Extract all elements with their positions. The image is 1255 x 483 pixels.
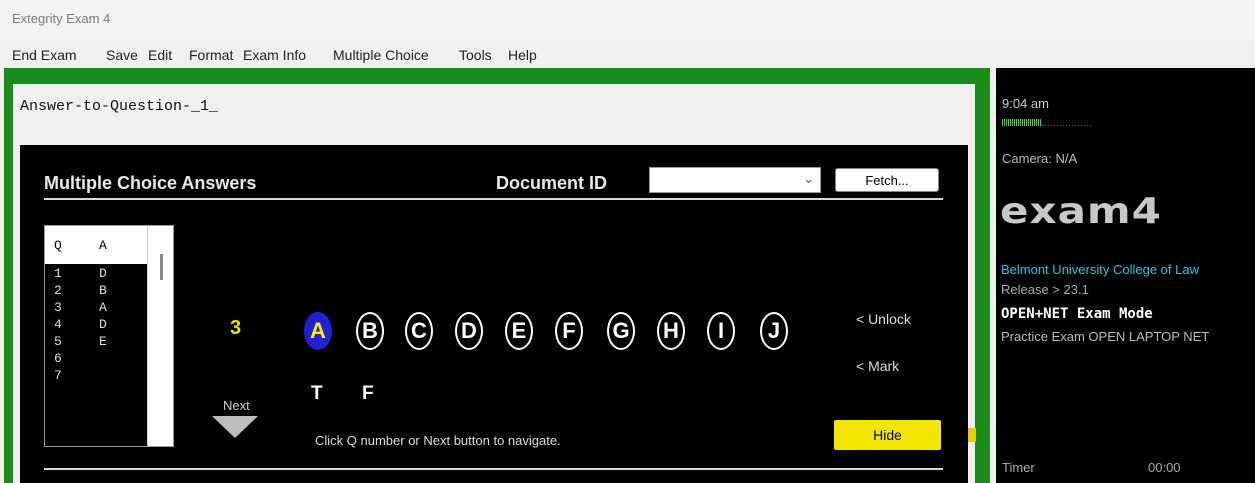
choice-j-button[interactable]: J: [760, 312, 788, 350]
choice-a-button[interactable]: A: [304, 312, 332, 350]
row-q: 6: [54, 351, 62, 366]
menu-format[interactable]: Format: [189, 47, 233, 63]
resize-handle[interactable]: [968, 428, 976, 442]
choice-e-button[interactable]: E: [505, 312, 533, 350]
row-a: A: [99, 300, 107, 315]
divider: [44, 468, 943, 470]
divider: [44, 198, 943, 200]
fetch-button[interactable]: Fetch...: [835, 168, 939, 192]
battery-bar: [1002, 119, 1042, 126]
hide-button[interactable]: Hide: [834, 420, 941, 450]
row-q: 3: [54, 300, 62, 315]
next-label: Next: [223, 398, 250, 413]
clock: 9:04 am: [1002, 96, 1049, 111]
timer-value: 00:00: [1148, 460, 1181, 475]
choice-b-button[interactable]: B: [356, 312, 384, 350]
false-button[interactable]: F: [362, 383, 374, 405]
row-a: E: [99, 334, 107, 349]
battery-meter: [1002, 119, 1092, 127]
row-q: 7: [54, 368, 62, 383]
choice-f-button[interactable]: F: [555, 312, 583, 350]
timer-label: Timer: [1002, 460, 1035, 475]
answer-list[interactable]: Q A 1 D 2 B 3 A 4 D 5 E 6 7: [44, 225, 174, 447]
row-q: 2: [54, 283, 62, 298]
mark-link[interactable]: < Mark: [856, 358, 899, 374]
choice-i-button[interactable]: I: [707, 312, 735, 350]
header-q: Q: [54, 238, 62, 253]
menu-edit[interactable]: Edit: [148, 47, 172, 63]
document-id-label: Document ID: [496, 173, 608, 193]
scrollbar-thumb[interactable]: [160, 254, 163, 280]
exam-mode: OPEN+NET Exam Mode: [1001, 306, 1153, 322]
row-q: 4: [54, 317, 62, 332]
choice-c-button[interactable]: C: [405, 312, 433, 350]
true-button[interactable]: T: [311, 383, 323, 405]
header-a: A: [99, 238, 107, 253]
next-arrow-icon[interactable]: [212, 416, 258, 438]
menu-exam-info[interactable]: Exam Info: [243, 47, 306, 63]
mc-title: Multiple Choice Answers: [44, 173, 257, 193]
exam4-logo: exam4: [1000, 190, 1162, 232]
window-title: Extegrity Exam 4: [12, 11, 111, 26]
exam-name: Practice Exam OPEN LAPTOP NET: [1001, 329, 1210, 344]
row-a: B: [99, 283, 107, 298]
menu-save[interactable]: Save: [106, 47, 138, 63]
row-a: D: [99, 266, 107, 281]
school-name: Belmont University College of Law: [1001, 262, 1199, 277]
answer-list-scrollbar[interactable]: [147, 226, 173, 446]
camera-status: Camera: N/A: [1002, 151, 1078, 166]
chevron-down-icon: ⌄: [803, 171, 814, 186]
multiple-choice-panel: Multiple Choice Answers Document ID ⌄ Fe…: [20, 145, 968, 483]
choice-h-button[interactable]: H: [657, 312, 685, 350]
answer-header: Answer-to-Question-_1_: [20, 98, 219, 115]
unlock-link[interactable]: < Unlock: [856, 311, 911, 327]
menu-multiple-choice[interactable]: Multiple Choice: [333, 47, 429, 63]
menu-tools[interactable]: Tools: [459, 47, 492, 63]
document-id-select[interactable]: ⌄: [649, 167, 821, 193]
choice-d-button[interactable]: D: [455, 312, 483, 350]
current-question-number: 3: [230, 317, 242, 339]
battery-remaining: [1042, 125, 1092, 126]
navigation-hint: Click Q number or Next button to navigat…: [315, 433, 561, 448]
row-q: 5: [54, 334, 62, 349]
choice-g-button[interactable]: G: [607, 312, 635, 350]
release-version: Release > 23.1: [1001, 282, 1089, 297]
status-sidebar: 9:04 am Camera: N/A exam4 Belmont Univer…: [996, 68, 1255, 483]
answer-list-body: 1 D 2 B 3 A 4 D 5 E 6 7: [45, 264, 147, 446]
answer-list-header: Q A: [45, 226, 147, 264]
menu-help[interactable]: Help: [508, 47, 537, 63]
title-bar: Extegrity Exam 4: [0, 0, 1255, 40]
row-a: D: [99, 317, 107, 332]
row-q: 1: [54, 266, 62, 281]
menu-end-exam[interactable]: End Exam: [12, 47, 77, 63]
menu-bar: End Exam Save Edit Format Exam Info Mult…: [0, 40, 1255, 68]
